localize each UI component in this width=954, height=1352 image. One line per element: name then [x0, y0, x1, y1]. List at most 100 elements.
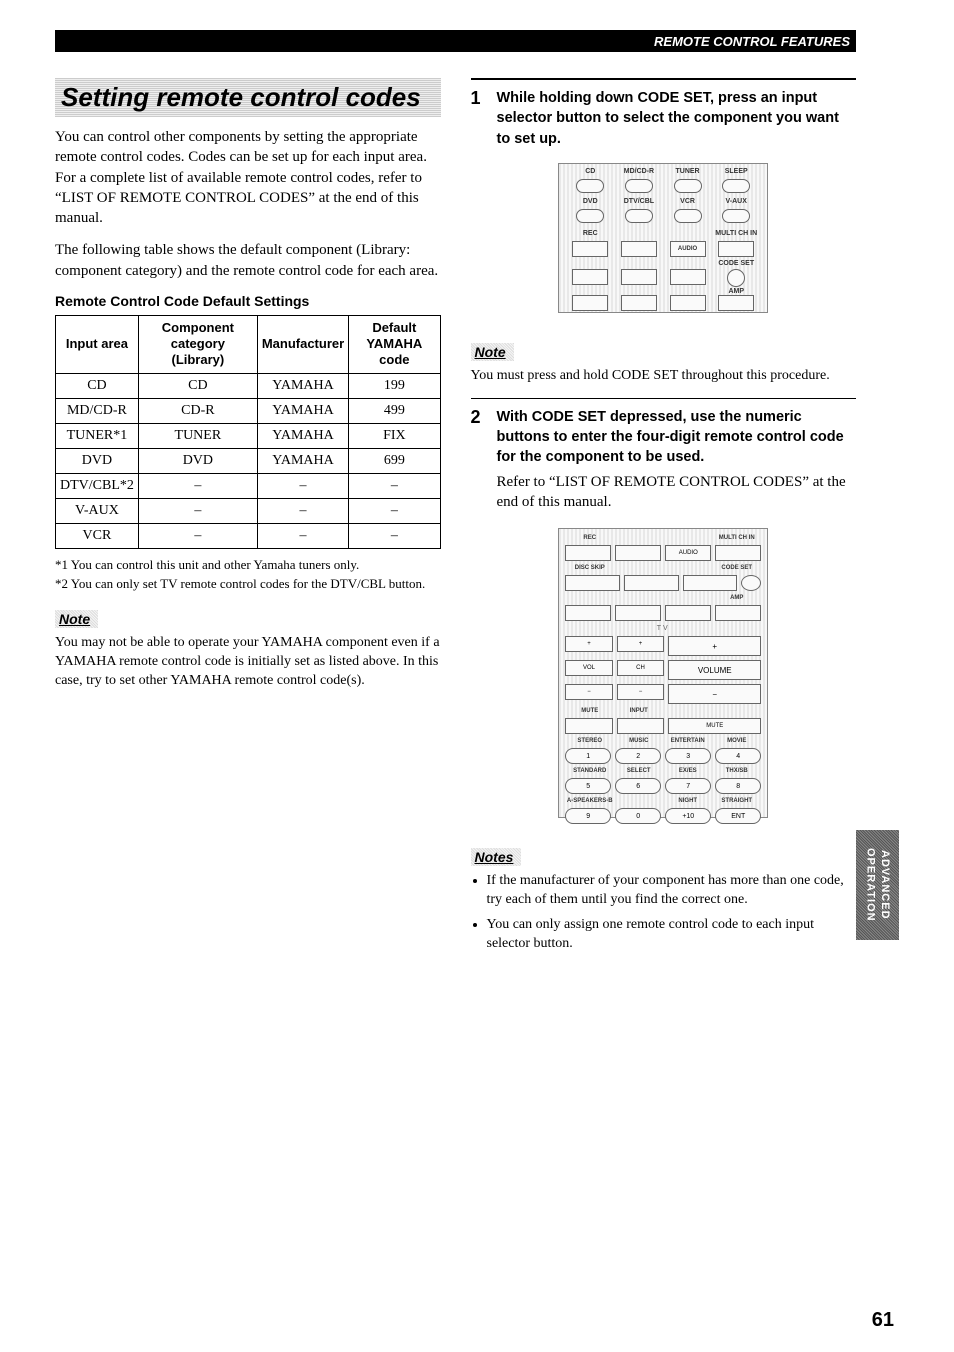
step-number: 2: [471, 407, 487, 518]
notes-list: If the manufacturer of your component ha…: [471, 872, 857, 954]
remote-button: [722, 179, 750, 193]
step-1: 1 While holding down CODE SET, press an …: [471, 88, 857, 153]
remote-button: +: [668, 636, 761, 656]
step-number: 1: [471, 88, 487, 153]
remote-button: +: [617, 636, 665, 652]
remote-button: VOLUME: [668, 660, 761, 680]
page-number: 61: [872, 1309, 894, 1332]
note-text: You may not be able to operate your YAMA…: [55, 634, 441, 691]
remote-button: [665, 605, 711, 621]
th-input-area: Input area: [56, 315, 139, 373]
remote-button: 9: [565, 808, 611, 824]
remote-button: 0: [615, 808, 661, 824]
remote-button: [670, 295, 706, 311]
remote-button: AUDIO: [665, 545, 711, 561]
footnote-2: *2 You can only set TV remote control co…: [55, 576, 441, 593]
remote-button: 1: [565, 748, 611, 764]
default-codes-table: Input area Component category (Library) …: [55, 315, 441, 549]
footnote-1: *1 You can control this unit and other Y…: [55, 557, 441, 574]
step-1-heading: While holding down CODE SET, press an in…: [497, 88, 857, 149]
th-default-code: Default YAMAHA code: [349, 315, 440, 373]
header-bar: REMOTE CONTROL FEATURES: [55, 30, 856, 52]
remote-button: [565, 575, 620, 591]
remote-button: ENT: [715, 808, 761, 824]
remote-button: [572, 295, 608, 311]
remote-button: [621, 295, 657, 311]
table-row: TUNER*1TUNERYAMAHAFIX: [56, 423, 441, 448]
table-row: MD/CD-RCD-RYAMAHA499: [56, 398, 441, 423]
right-column: 1 While holding down CODE SET, press an …: [471, 78, 857, 1302]
remote-button: [718, 295, 754, 311]
note-item: If the manufacturer of your component ha…: [487, 872, 857, 910]
side-tab-line1: ADVANCED: [879, 850, 891, 920]
remote-button: [625, 179, 653, 193]
divider: [471, 398, 857, 399]
side-tab-line2: OPERATION: [865, 848, 877, 922]
remote-button: +: [565, 636, 613, 652]
section-title: Setting remote control codes: [55, 78, 441, 117]
remote-button: −: [617, 684, 665, 700]
table-row: CDCDYAMAHA199: [56, 373, 441, 398]
remote-button: CH: [617, 660, 665, 676]
section-tab-advanced-operation: ADVANCED OPERATION: [856, 830, 899, 940]
remote-button: [572, 241, 608, 257]
table-row: DVDDVDYAMAHA699: [56, 448, 441, 473]
th-manufacturer: Manufacturer: [257, 315, 348, 373]
remote-button: [621, 269, 657, 285]
header-title: REMOTE CONTROL FEATURES: [654, 34, 850, 49]
remote-figure-full: RECMULTI CH IN AUDIO DISC SKIPCODE SET A…: [558, 528, 768, 818]
remote-button: [565, 545, 611, 561]
remote-button: [565, 605, 611, 621]
remote-button: [670, 269, 706, 285]
remote-button: [617, 718, 665, 734]
table-row: DTV/CBL*2–––: [56, 473, 441, 498]
step-2-body: Refer to “LIST OF REMOTE CONTROL CODES” …: [497, 472, 857, 513]
remote-button: [722, 209, 750, 223]
remote-button: [718, 241, 754, 257]
note-label: Note: [471, 343, 514, 361]
table-row: V-AUX–––: [56, 498, 441, 523]
remote-button: 5: [565, 778, 611, 794]
remote-button: [615, 605, 661, 621]
remote-button: [615, 545, 661, 561]
remote-button: [565, 718, 613, 734]
remote-button: 8: [715, 778, 761, 794]
remote-button: +10: [665, 808, 711, 824]
remote-button: [576, 209, 604, 223]
remote-button: 4: [715, 748, 761, 764]
remote-button: MUTE: [668, 718, 761, 734]
remote-button: [576, 179, 604, 193]
remote-button: [621, 241, 657, 257]
remote-button: [624, 575, 679, 591]
remote-figure-top: CD MD/CD-R TUNER SLEEP DVD DTV/CBL VCR V…: [558, 163, 768, 313]
code-set-button: [741, 575, 761, 591]
step-2: 2 With CODE SET depressed, use the numer…: [471, 407, 857, 518]
th-component-category: Component category (Library): [138, 315, 257, 373]
remote-button: [683, 575, 738, 591]
remote-button: [625, 209, 653, 223]
remote-button: [572, 269, 608, 285]
remote-button: VOL: [565, 660, 613, 676]
remote-button: [715, 605, 761, 621]
remote-button: 3: [665, 748, 711, 764]
intro-paragraph-1: You can control other components by sett…: [55, 127, 441, 228]
remote-button: 6: [615, 778, 661, 794]
table-row: VCR–––: [56, 523, 441, 548]
intro-paragraph-2: The following table shows the default co…: [55, 240, 441, 281]
table-title: Remote Control Code Default Settings: [55, 293, 441, 309]
remote-button: [674, 179, 702, 193]
remote-button: [715, 545, 761, 561]
left-column: Setting remote control codes You can con…: [55, 78, 441, 1302]
notes-label: Notes: [471, 848, 522, 866]
note-label: Note: [55, 610, 98, 628]
remote-button: −: [565, 684, 613, 700]
step-2-heading: With CODE SET depressed, use the numeric…: [497, 407, 857, 468]
remote-button: [674, 209, 702, 223]
code-set-button: [727, 269, 745, 287]
remote-button: −: [668, 684, 761, 704]
remote-button: AUDIO: [670, 241, 706, 257]
step-1-note-text: You must press and hold CODE SET through…: [471, 367, 857, 386]
note-item: You can only assign one remote control c…: [487, 916, 857, 954]
remote-button: 2: [615, 748, 661, 764]
remote-button: 7: [665, 778, 711, 794]
